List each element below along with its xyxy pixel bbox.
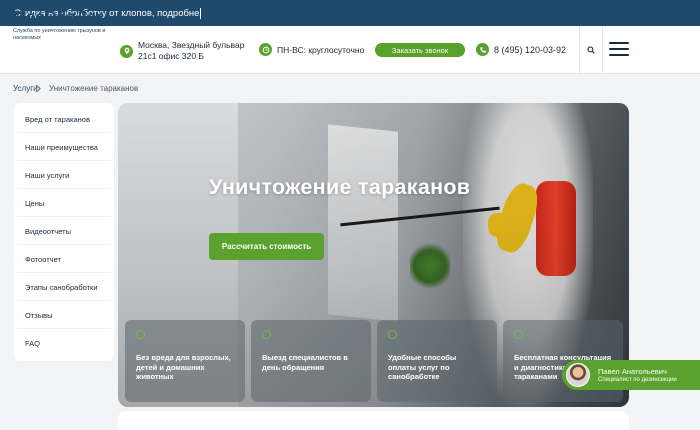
phone[interactable]: 8 (495) 120-03-92 [476,43,566,56]
next-section-card [118,411,629,430]
sidebar-item-faq[interactable]: FAQ [17,330,111,357]
breadcrumb-services-link[interactable]: Услуги [13,84,38,94]
consultant-name: Павел Анатольевич [598,367,667,376]
feature-text: Выезд специалистов в день обращения [262,353,348,372]
sidebar-item-services[interactable]: Наши услуги [17,162,111,189]
circle-bullet-icon [388,330,397,339]
address: Москва, Звездный бульвар 21с1 офис 320 Б [120,40,244,62]
sidebar-item-stages[interactable]: Этапы санобработки [17,274,111,301]
consultant-chat-widget[interactable]: Павел Анатольевич Специалист по дезинсек… [562,360,700,390]
breadcrumb: Услуги Уничтожение тараканов [13,84,138,95]
calculate-cost-button[interactable]: Рассчитать стоимость [209,233,324,260]
consultant-avatar [566,363,590,387]
work-hours: ПН-ВС: круглосуточно [259,43,364,56]
address-text: Москва, Звездный бульвар 21с1 офис 320 Б [138,40,244,62]
sidebar-item-video-reports[interactable]: Видеоотчеты [17,218,111,245]
page-title: Уничтожение тараканов [209,175,471,199]
search-icon [587,46,595,54]
location-pin-icon [120,44,133,58]
circle-bullet-icon [262,330,271,339]
hours-text: ПН-ВС: круглосуточно [277,44,365,55]
circle-bullet-icon [514,330,523,339]
menu-hamburger-icon[interactable] [609,42,629,56]
sidebar-nav: Вред от тараканов Наши преимущества Наши… [14,103,114,361]
text-cursor [200,7,202,19]
logo-tagline: Служба по уничтожению грызунов и насеком… [13,28,106,41]
breadcrumb-current: Уничтожение тараканов [49,84,139,93]
feature-text: Удобные способы оплаты услуг по санобраб… [388,353,457,381]
address-line-1: Москва, Звездный бульвар [138,40,245,50]
feature-card: Без вреда для взрослых, детей и домашних… [125,320,245,402]
sidebar-item-harm[interactable]: Вред от тараканов [17,106,111,133]
sidebar-item-reviews[interactable]: Отзывы [17,302,111,329]
logo[interactable]: МосОблДез Служба по уничтожению грызунов… [13,9,118,41]
consultant-role: Специалист по дезинсекции [598,377,677,383]
feature-card: Удобные способы оплаты услуг по санобраб… [377,320,497,402]
logo-name: МосОблДез [13,9,105,26]
address-line-2: 21с1 офис 320 Б [138,51,204,61]
hero-banner: Уничтожение тараканов Рассчитать стоимос… [118,103,629,407]
clock-icon [259,43,272,56]
search-button[interactable] [579,26,603,74]
chevron-right-icon [35,84,41,95]
sidebar-item-photo-report[interactable]: Фотоотчет [17,246,111,273]
phone-number[interactable]: 8 (495) 120-03-92 [494,45,566,55]
request-call-button[interactable]: Заказать звонок [375,43,465,57]
circle-bullet-icon [136,330,145,339]
sidebar-item-prices[interactable]: Цены [17,190,111,217]
feature-card: Выезд специалистов в день обращения [251,320,371,402]
sidebar-item-advantages[interactable]: Наши преимущества [17,134,111,161]
feature-text: Без вреда для взрослых, детей и домашних… [136,353,231,381]
phone-icon [476,43,489,56]
